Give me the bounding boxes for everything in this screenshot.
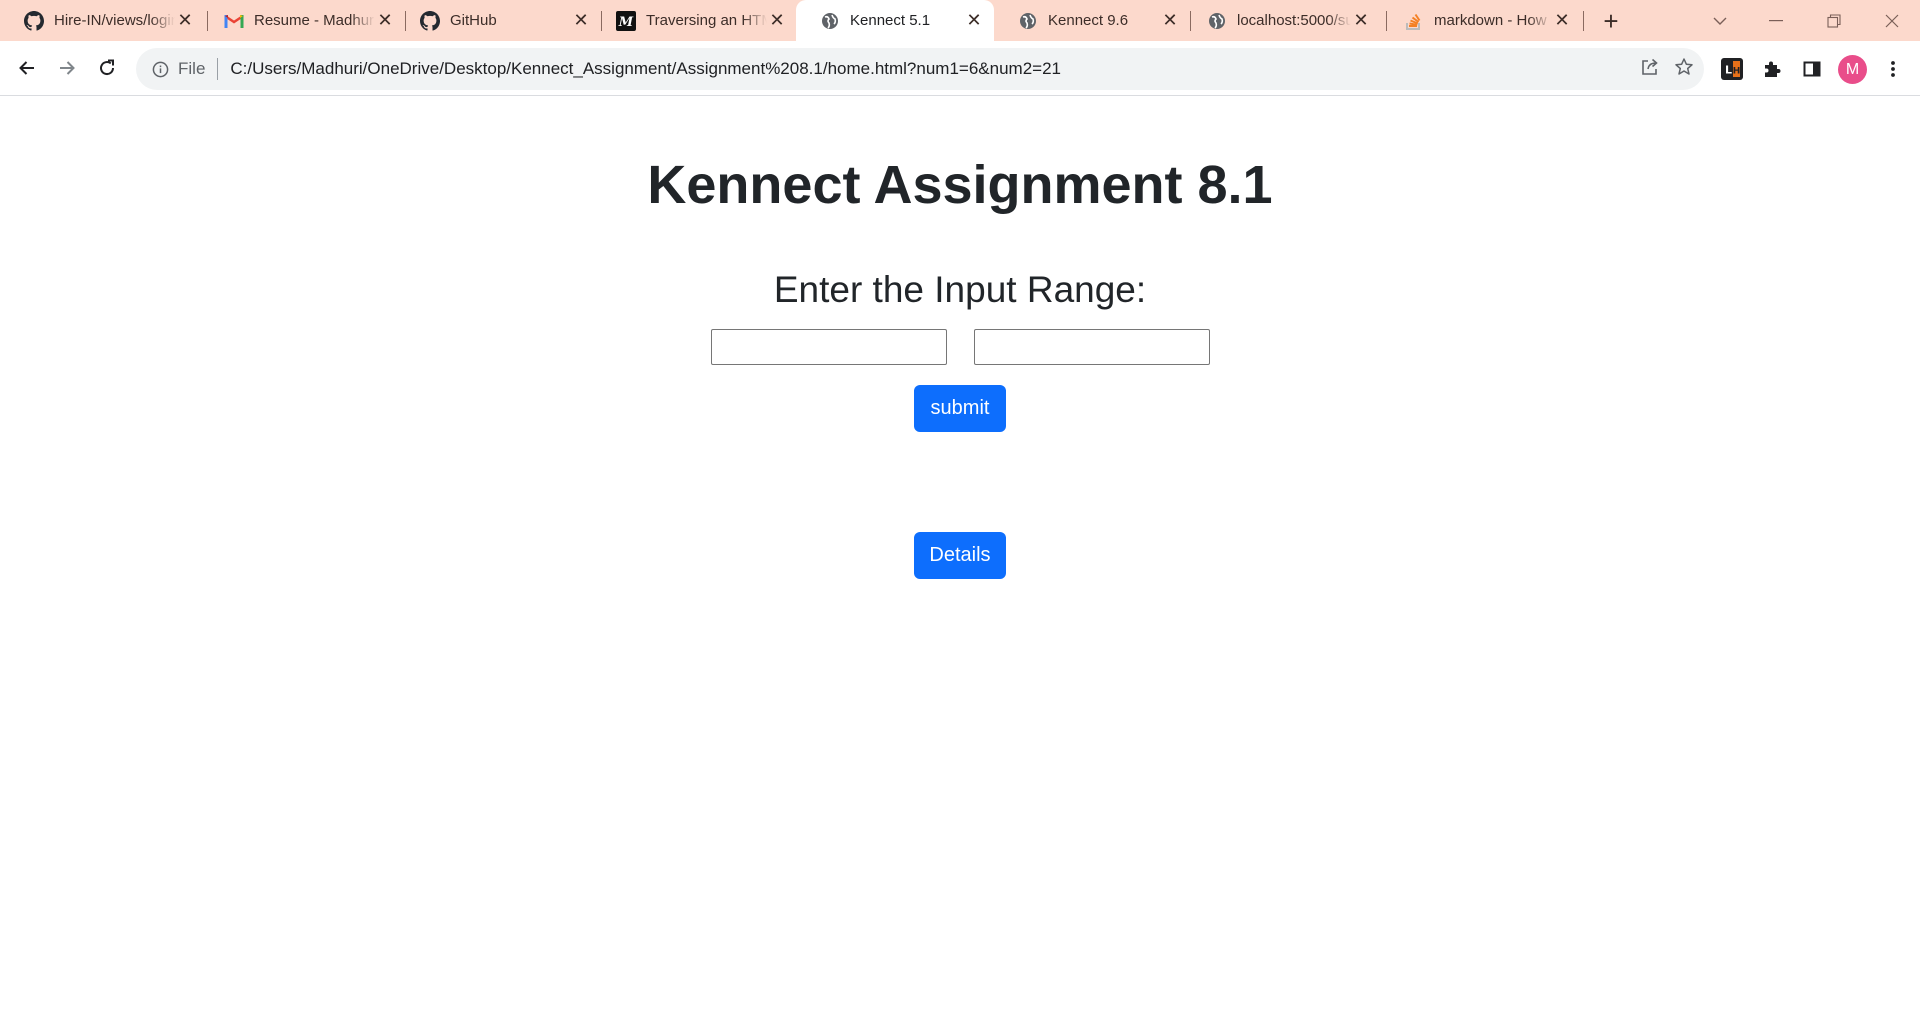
range-end-input[interactable] [974,329,1210,365]
tab-title: Kennect 9.6 [1048,12,1129,29]
lighthouse-extension-icon[interactable]: LH [1719,56,1745,82]
github-icon [24,10,44,31]
info-icon[interactable] [150,59,170,79]
svg-text:L: L [1725,64,1732,77]
tab-github[interactable]: GitHub ✕ [396,0,601,41]
arrow-left-icon [19,61,34,75]
star-icon[interactable] [1674,57,1694,82]
side-panel-icon[interactable] [1799,56,1825,82]
address-separator [217,58,219,80]
svg-text:M: M [618,15,634,30]
close-icon [1885,14,1899,27]
puzzle-icon[interactable] [1759,56,1785,82]
globe-icon [1018,11,1038,31]
url-text[interactable]: C:/Users/Madhuri/OneDrive/Desktop/Kennec… [230,59,1061,79]
browser-toolbar: File C:/Users/Madhuri/OneDrive/Desktop/K… [0,41,1920,96]
minimize-button[interactable] [1748,0,1804,41]
close-icon[interactable]: ✕ [571,10,591,31]
reload-icon [100,59,115,76]
tab-kennect-5-1[interactable]: Kennect 5.1 ✕ [796,0,994,41]
new-tab-button[interactable]: + [1596,6,1626,36]
kebab-menu-icon[interactable] [1880,56,1906,82]
share-icon[interactable] [1640,57,1660,82]
tab-separator [1583,11,1584,31]
close-icon[interactable]: ✕ [767,10,787,31]
close-icon[interactable]: ✕ [1351,10,1371,31]
minimize-icon [1769,19,1783,21]
arrow-right-icon [60,61,75,75]
close-icon[interactable]: ✕ [1552,10,1572,31]
scheme-label: File [178,59,206,78]
address-actions [1640,48,1694,90]
tab-title: markdown - How to [1434,12,1552,29]
close-icon[interactable]: ✕ [175,10,195,31]
globe-icon [820,11,840,31]
restore-icon [1827,13,1841,28]
submit-button[interactable]: submit [914,385,1006,432]
tab-kennect-9-6[interactable]: Kennect 9.6 ✕ [994,0,1190,41]
page-title: Kennect Assignment 8.1 [647,155,1273,215]
range-start-input[interactable] [711,329,947,365]
tab-hire-in[interactable]: Hire-IN/views/login ✕ [0,0,205,41]
tab-title: Hire-IN/views/login [54,12,175,29]
restore-button[interactable] [1806,0,1862,41]
globe-icon [1207,11,1227,31]
close-icon[interactable]: ✕ [375,10,395,31]
tab-resume[interactable]: Resume - Madhuri ✕ [200,0,405,41]
gmail-icon [224,11,244,31]
forward-button[interactable] [48,49,86,87]
chevron-down-icon [1713,17,1727,25]
tab-title: Resume - Madhuri [254,12,375,29]
page-content: Kennect Assignment 8.1 Enter the Input R… [0,96,1920,1020]
stackoverflow-icon [1404,11,1424,31]
profile-avatar[interactable]: M [1838,55,1867,84]
details-button[interactable]: Details [914,532,1006,579]
tab-title: GitHub [450,12,497,29]
tab-strip: Hire-IN/views/login ✕ Resume - Madhuri ✕… [0,0,1920,41]
medium-icon: M [616,10,636,31]
tab-title: localhost:5000/submit [1237,12,1351,29]
close-window-button[interactable] [1864,0,1920,41]
close-icon[interactable]: ✕ [1160,10,1180,31]
tab-search-button[interactable] [1692,0,1748,41]
svg-text:H: H [1733,67,1741,77]
tab-title: Kennect 5.1 [850,12,931,29]
back-button[interactable] [8,49,46,87]
tab-traversing-html[interactable]: M Traversing an HTML ✕ [592,0,797,41]
close-icon[interactable]: ✕ [964,10,984,31]
tab-title: Traversing an HTML [646,12,767,29]
github-icon [420,10,440,31]
tab-markdown[interactable]: markdown - How to ✕ [1380,0,1582,41]
range-label: Enter the Input Range: [773,269,1147,310]
tab-localhost[interactable]: localhost:5000/submit ✕ [1183,0,1381,41]
address-bar[interactable]: File C:/Users/Madhuri/OneDrive/Desktop/K… [136,48,1704,90]
reload-button[interactable] [88,49,126,87]
